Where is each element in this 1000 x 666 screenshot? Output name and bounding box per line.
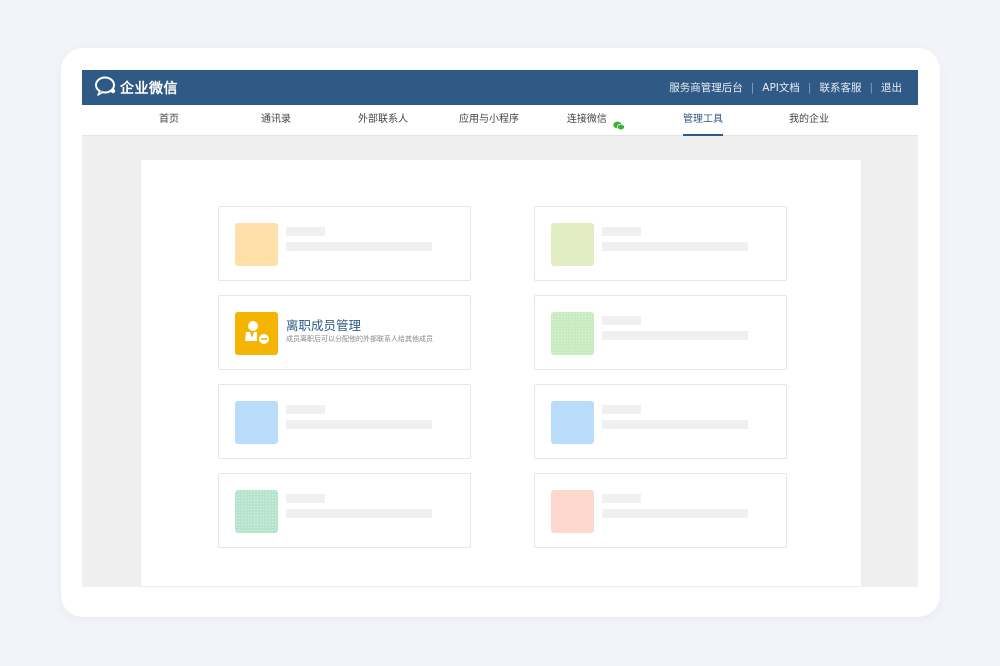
- top-bar: 企业微信 服务商管理后台 | API文档 | 联系客服 | 退出: [82, 70, 918, 105]
- placeholder-tool-icon: [235, 490, 278, 533]
- placeholder-title: [286, 494, 325, 503]
- api-docs-link[interactable]: API文档: [762, 80, 800, 95]
- placeholder-description: [602, 242, 748, 251]
- placeholder-tool-icon: [551, 312, 594, 355]
- placeholder-title: [602, 316, 641, 325]
- tab-apps[interactable]: 应用与小程序: [459, 105, 519, 136]
- placeholder-title: [286, 227, 325, 236]
- placeholder-title: [602, 227, 641, 236]
- placeholder-tool-icon: [551, 401, 594, 444]
- tab-home[interactable]: 首页: [159, 105, 179, 136]
- placeholder-title: [286, 405, 325, 414]
- app-window: 企业微信 服务商管理后台 | API文档 | 联系客服 | 退出 首页 通讯录 …: [82, 70, 918, 587]
- service-provider-admin-link[interactable]: 服务商管理后台: [669, 80, 743, 95]
- wechat-icon: [613, 114, 626, 131]
- tab-contacts[interactable]: 通讯录: [261, 105, 291, 136]
- user-remove-icon: [235, 312, 278, 355]
- placeholder-tool-icon: [551, 223, 594, 266]
- tab-my-enterprise[interactable]: 我的企业: [789, 105, 829, 136]
- placeholder-description: [602, 420, 748, 429]
- tab-external-contacts[interactable]: 外部联系人: [358, 105, 408, 136]
- wecom-chat-icon: [94, 75, 118, 101]
- placeholder-tool-icon: [235, 223, 278, 266]
- logout-link[interactable]: 退出: [881, 80, 902, 95]
- main-nav: 首页 通讯录 外部联系人 应用与小程序 连接微信 管理工具 我的企业: [82, 105, 918, 136]
- tool-card-resigned-members[interactable]: 离职成员管理 成员离职后可以分配他的外部联系人给其他成员: [218, 295, 471, 370]
- divider: |: [807, 81, 812, 94]
- placeholder-description: [286, 242, 432, 251]
- tool-card-placeholder[interactable]: [534, 295, 787, 370]
- tool-title: 离职成员管理: [286, 318, 362, 333]
- divider: |: [869, 81, 873, 94]
- tool-card-placeholder[interactable]: [218, 473, 471, 548]
- contact-support-link[interactable]: 联系客服: [819, 80, 861, 95]
- tool-card-placeholder[interactable]: [534, 206, 787, 281]
- placeholder-description: [286, 509, 432, 518]
- placeholder-title: [602, 405, 641, 414]
- tool-card-placeholder[interactable]: [534, 473, 787, 548]
- tool-description: 成员离职后可以分配他的外部联系人给其他成员: [286, 335, 433, 343]
- tool-card-placeholder[interactable]: [218, 384, 471, 459]
- tool-card-placeholder[interactable]: [218, 206, 471, 281]
- placeholder-description: [602, 509, 748, 518]
- logo-text: 企业微信: [120, 81, 178, 97]
- tab-connect-wechat-label: 连接微信: [566, 114, 607, 125]
- placeholder-tool-icon: [235, 401, 278, 444]
- divider: |: [750, 81, 755, 94]
- tools-panel: 离职成员管理 成员离职后可以分配他的外部联系人给其他成员: [140, 159, 862, 587]
- logo[interactable]: 企业微信: [94, 75, 178, 101]
- tab-management-tools[interactable]: 管理工具: [683, 105, 723, 136]
- tab-connect-wechat[interactable]: 连接微信: [566, 105, 626, 136]
- placeholder-title: [602, 494, 641, 503]
- placeholder-description: [602, 331, 748, 340]
- placeholder-description: [286, 420, 432, 429]
- tool-card-placeholder[interactable]: [534, 384, 787, 459]
- top-links: 服务商管理后台 | API文档 | 联系客服 | 退出: [669, 70, 902, 105]
- placeholder-tool-icon: [551, 490, 594, 533]
